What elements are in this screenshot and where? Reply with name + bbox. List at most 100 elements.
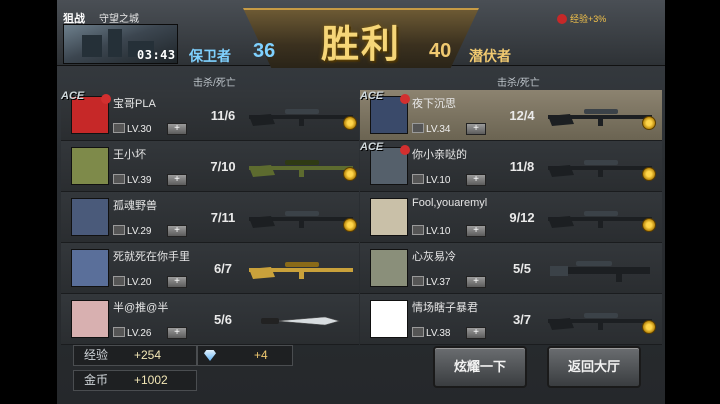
player-level: LV.10 [412,174,450,186]
exp-bonus-text: 经验+3% [570,14,607,24]
gem-reward: +4 [197,345,293,366]
add-friend-button[interactable]: + [466,174,486,186]
sniper-rifle-icon [548,211,652,228]
player-avatar [71,147,109,185]
medal-icon [642,218,656,232]
rank-icon [113,327,125,337]
qq-member-icon [557,14,567,24]
exp-bonus: 经验+3% [557,12,606,25]
player-row[interactable]: ACE 宝哥PLA LV.30 +11/6 [61,90,359,141]
weapon-image [247,206,357,232]
weapon-image [247,155,357,181]
rank-icon [113,225,125,235]
blue-team-list: ACE 宝哥PLA LV.30 +11/6 王小坏 LV.39 +7/10 孤魂野兽 LV.29… [61,90,359,345]
rank-icon [113,174,125,184]
player-level-text: LV.39 [127,175,152,186]
player-level-text: LV.38 [426,328,451,339]
kill-death: 11/6 [210,108,236,123]
red-team-score: 40 [429,40,452,62]
weapon-image [247,308,357,334]
player-row[interactable]: ACE 你小亲哒的 LV.10 +11/8 [360,141,662,192]
player-name: 孤魂野兽 [113,200,157,212]
player-name: 情场瞎子暴君 [412,302,478,314]
weapon-image [247,257,357,283]
exp-reward: 经验 +254 [73,345,197,366]
kill-death: 12/4 [509,108,535,123]
kill-death: 5/6 [213,312,233,327]
player-level-text: LV.26 [127,328,152,339]
player-avatar [370,249,408,287]
player-name: 夜下沉思 [412,98,456,110]
add-friend-button[interactable]: + [466,276,486,288]
add-friend-button[interactable]: + [167,327,187,339]
battle-result-screen: 狙战 守望之城 03:43 经验+3% 胜利 保卫者 36 40 潜伏者 击杀/… [57,0,665,404]
ace-badge-icon: ACE [61,90,85,102]
rank-icon [412,225,424,235]
gold-value: +1002 [134,373,168,387]
player-level: LV.39 [113,174,151,186]
rank-icon [412,276,424,286]
rank-icon [113,123,125,133]
medal-icon [343,167,357,181]
rank-icon [412,123,424,133]
rank-icon [412,327,424,337]
sniper-rifle-icon [548,160,652,177]
player-level-text: LV.20 [127,277,152,288]
weapon-image [546,257,656,283]
player-row[interactable]: 王小坏 LV.39 +7/10 [61,141,359,192]
kill-death: 7/11 [210,210,236,225]
show-off-button[interactable]: 炫耀一下 [433,346,527,388]
player-name: 死就死在你手里 [113,251,190,263]
sniper-rifle-icon [249,211,353,228]
player-name: 王小坏 [113,149,146,161]
player-avatar [71,198,109,236]
red-team-name: 潜伏者 [469,48,511,64]
rank-icon [412,174,424,184]
add-friend-button[interactable]: + [466,327,486,339]
weapon-image [546,104,656,130]
player-row[interactable]: 死就死在你手里 LV.20 +6/7 [61,243,359,294]
player-row[interactable]: 情场瞎子暴君 LV.38 +3/7 [360,294,662,345]
sniper-rifle-icon [548,313,652,330]
ace-badge-icon: ACE [360,90,384,102]
player-row[interactable]: 孤魂野兽 LV.29 +7/11 [61,192,359,243]
add-friend-button[interactable]: + [167,276,187,288]
player-level: LV.30 [113,123,151,135]
kill-death: 11/8 [509,159,535,174]
player-row[interactable]: 半@推@半 LV.26 +5/6 [61,294,359,345]
heavy-sniper-rifle-icon [550,261,650,282]
sniper-rifle-icon [548,109,652,126]
kill-death: 5/5 [512,261,532,276]
add-friend-button[interactable]: + [167,174,187,186]
player-level: LV.20 [113,276,151,288]
add-friend-button[interactable]: + [167,225,187,237]
gold-sniper-rifle-icon [249,262,353,279]
player-name: Fool,youaremyl [412,197,488,209]
player-level-text: LV.29 [127,226,152,237]
knife-icon [261,316,341,326]
medal-icon [642,320,656,334]
add-friend-button[interactable]: + [167,123,187,135]
player-level: LV.37 [412,276,450,288]
medal-icon [642,167,656,181]
weapon-image [546,308,656,334]
player-level-text: LV.10 [426,226,451,237]
add-friend-button[interactable]: + [466,225,486,237]
add-friend-button[interactable]: + [466,123,486,135]
return-lobby-button[interactable]: 返回大厅 [547,346,641,388]
kill-death: 9/12 [509,210,535,225]
player-row[interactable]: ACE 夜下沉思 LV.34 +12/4 [360,90,662,141]
player-level: LV.29 [113,225,151,237]
medal-icon [343,218,357,232]
player-row[interactable]: Fool,youaremyl LV.10 +9/12 [360,192,662,243]
player-level-text: LV.30 [127,124,152,135]
exp-value: +254 [134,348,162,362]
sniper-rifle-icon [249,109,353,126]
player-avatar [370,198,408,236]
ace-badge-icon: ACE [360,141,384,153]
player-avatar [71,249,109,287]
player-level: LV.26 [113,327,151,339]
medal-icon [343,116,357,130]
kill-death: 3/7 [512,312,532,327]
player-row[interactable]: 心灰易冷 LV.37 +5/5 [360,243,662,294]
